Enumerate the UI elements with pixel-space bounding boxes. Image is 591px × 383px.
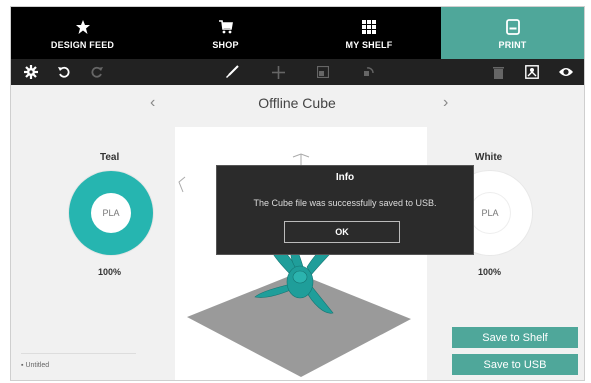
app-frame: DESIGN FEED SHOP MY SHELF PRINT ‹ Offlin… [10,6,585,381]
left-material-percent: 100% [98,267,122,277]
nav-shop-label: SHOP [212,39,239,50]
undo-icon[interactable] [54,62,74,82]
grid-icon [362,17,376,37]
trash-icon[interactable] [488,62,508,82]
nav-my-shelf[interactable]: MY SHELF [297,7,441,59]
dialog-message: The Cube file was successfully saved to … [253,198,437,208]
nav-design-feed[interactable]: DESIGN FEED [11,7,154,59]
cart-icon [218,17,234,37]
right-material-percent: 100% [478,267,502,277]
toolbar [11,59,584,85]
divider [21,353,136,354]
nav-design-feed-label: DESIGN FEED [50,39,115,50]
dialog-title: Info [335,172,355,183]
page-title: Offline Cube [258,95,336,111]
support-icon[interactable] [522,62,542,82]
left-material-name: Teal [100,152,120,163]
scale-icon[interactable] [313,62,333,82]
prev-arrow-icon[interactable]: ‹ [150,94,155,112]
nav-shop[interactable]: SHOP [154,7,297,59]
left-material-ring[interactable]: PLA [69,171,153,255]
rotate-icon[interactable] [358,62,378,82]
right-material-name: White [475,152,503,163]
redo-icon[interactable] [87,62,107,82]
top-nav: DESIGN FEED SHOP MY SHELF PRINT [11,7,584,59]
info-dialog: Info The Cube file was successfully save… [216,165,474,255]
printer-icon [505,17,521,37]
file-name-label: ▪ Untitled [21,362,50,369]
nav-my-shelf-label: MY SHELF [345,39,393,50]
right-material-type: PLA [470,193,510,233]
save-to-usb-button[interactable]: Save to USB [452,354,578,375]
nav-print-label: PRINT [498,39,527,50]
eye-icon[interactable] [556,62,576,82]
next-arrow-icon[interactable]: › [443,94,448,112]
gear-icon[interactable] [21,62,41,82]
save-to-shelf-button[interactable]: Save to Shelf [452,327,578,348]
file-name-text: Untitled [25,362,50,369]
star-icon [75,17,91,37]
left-material-type: PLA [91,193,131,233]
brush-icon[interactable] [222,62,242,82]
print-workspace: ‹ Offline Cube › Teal PLA 100% White PLA… [11,85,584,380]
move-icon[interactable] [268,62,288,82]
dialog-ok-button[interactable]: OK [284,221,400,243]
nav-print[interactable]: PRINT [441,7,584,59]
